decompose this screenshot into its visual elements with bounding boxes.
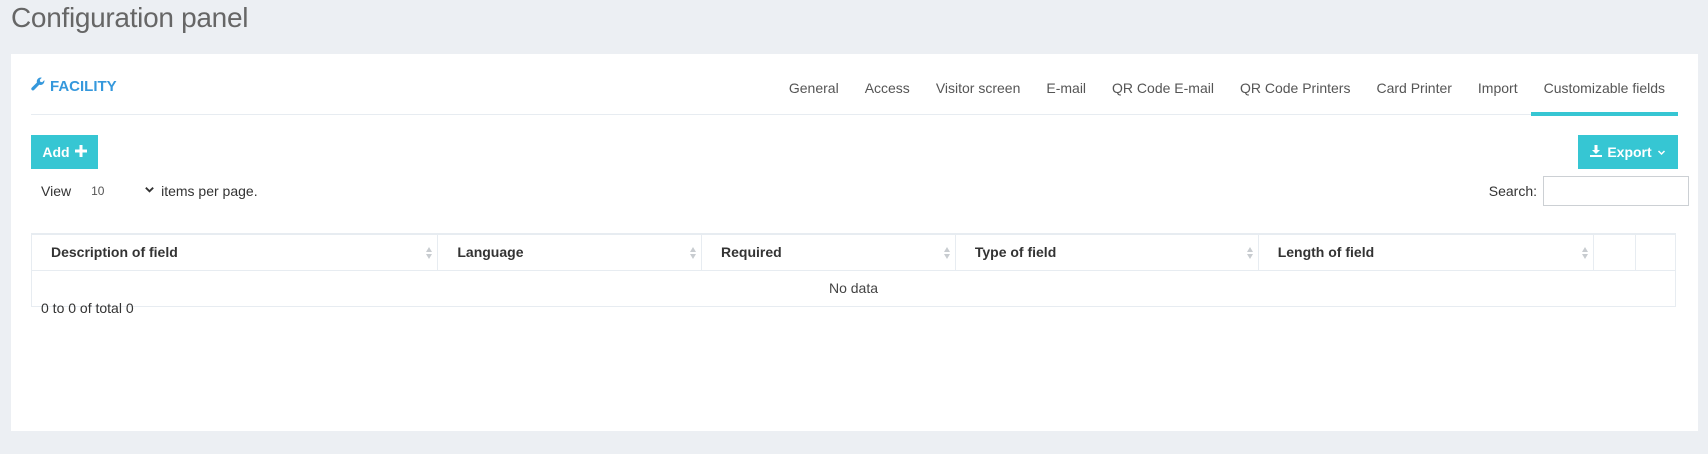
tab-customizable-fields[interactable]: Customizable fields xyxy=(1530,54,1679,116)
chevron-down-icon xyxy=(1657,144,1666,160)
column-header-language[interactable]: Language xyxy=(437,233,702,271)
tab-qr-code-email[interactable]: QR Code E-mail xyxy=(1099,54,1227,115)
sort-icon xyxy=(1582,247,1589,259)
page-size-value: 10 xyxy=(91,184,105,198)
pagination-info: 0 to 0 of total 0 xyxy=(41,300,134,316)
tab-label: Import xyxy=(1477,79,1518,96)
add-button[interactable]: Add xyxy=(31,135,98,169)
fields-table: Description of field Language Required T… xyxy=(30,233,1677,307)
tab-general[interactable]: General xyxy=(776,54,852,115)
sort-icon xyxy=(943,247,950,259)
panel-header: FACILITY General Access Visitor screen E… xyxy=(31,54,1679,116)
caption-text: FACILITY xyxy=(50,77,117,95)
tab-label: Access xyxy=(864,79,910,96)
table-row: No data xyxy=(31,269,1676,307)
tab-import[interactable]: Import xyxy=(1465,54,1531,115)
sort-icon xyxy=(1246,247,1253,259)
tab-label: General xyxy=(788,79,839,96)
tab-label: Card Printer xyxy=(1376,79,1452,96)
column-header-action-2 xyxy=(1634,233,1677,271)
tab-label: QR Code E-mail xyxy=(1112,79,1214,96)
sort-icon xyxy=(426,247,433,259)
tab-visitor-screen[interactable]: Visitor screen xyxy=(923,54,1034,115)
tab-label: Customizable fields xyxy=(1543,79,1665,96)
column-header-description[interactable]: Description of field xyxy=(30,233,439,271)
column-header-length[interactable]: Length of field xyxy=(1257,233,1595,271)
download-icon xyxy=(1590,144,1603,160)
export-button[interactable]: Export xyxy=(1578,135,1678,169)
column-label: Description of field xyxy=(51,244,178,261)
column-label: Length of field xyxy=(1277,244,1375,261)
configuration-panel: FACILITY General Access Visitor screen E… xyxy=(11,54,1698,431)
tab-label: QR Code Printers xyxy=(1239,79,1351,96)
search-label: Search: xyxy=(1488,183,1537,199)
search-control: Search: xyxy=(1489,176,1689,206)
tab-qr-code-printers[interactable]: QR Code Printers xyxy=(1227,54,1363,115)
view-label: View xyxy=(41,183,72,199)
tab-label: Visitor screen xyxy=(935,79,1021,96)
column-label: Required xyxy=(721,244,782,261)
items-per-page-label: items per page. xyxy=(161,183,258,199)
add-label: Add xyxy=(42,144,70,160)
column-label: Language xyxy=(457,244,524,261)
config-tabs: General Access Visitor screen E-mail QR … xyxy=(776,54,1679,116)
search-input[interactable] xyxy=(1543,176,1689,206)
plus-icon xyxy=(74,144,87,160)
empty-table-message: No data xyxy=(31,269,1676,307)
table-header-row: Description of field Language Required T… xyxy=(30,233,1677,271)
page-title: Configuration panel xyxy=(11,2,249,33)
tab-label: E-mail xyxy=(1046,79,1087,96)
page-size-select[interactable]: 10 xyxy=(87,178,157,204)
column-header-type[interactable]: Type of field xyxy=(954,233,1259,271)
tab-access[interactable]: Access xyxy=(852,54,923,115)
page-size-control: View 10 items per page. xyxy=(41,178,258,204)
column-label: Type of field xyxy=(974,244,1057,261)
export-label: Export xyxy=(1607,144,1652,160)
sort-icon xyxy=(690,247,696,259)
panel-caption: FACILITY xyxy=(31,77,117,95)
tab-card-printer[interactable]: Card Printer xyxy=(1363,54,1464,115)
tab-email[interactable]: E-mail xyxy=(1033,54,1099,115)
column-header-action-1 xyxy=(1593,233,1636,271)
chevron-down-icon xyxy=(144,184,155,198)
column-header-required[interactable]: Required xyxy=(701,233,956,271)
wrench-icon xyxy=(31,77,45,95)
